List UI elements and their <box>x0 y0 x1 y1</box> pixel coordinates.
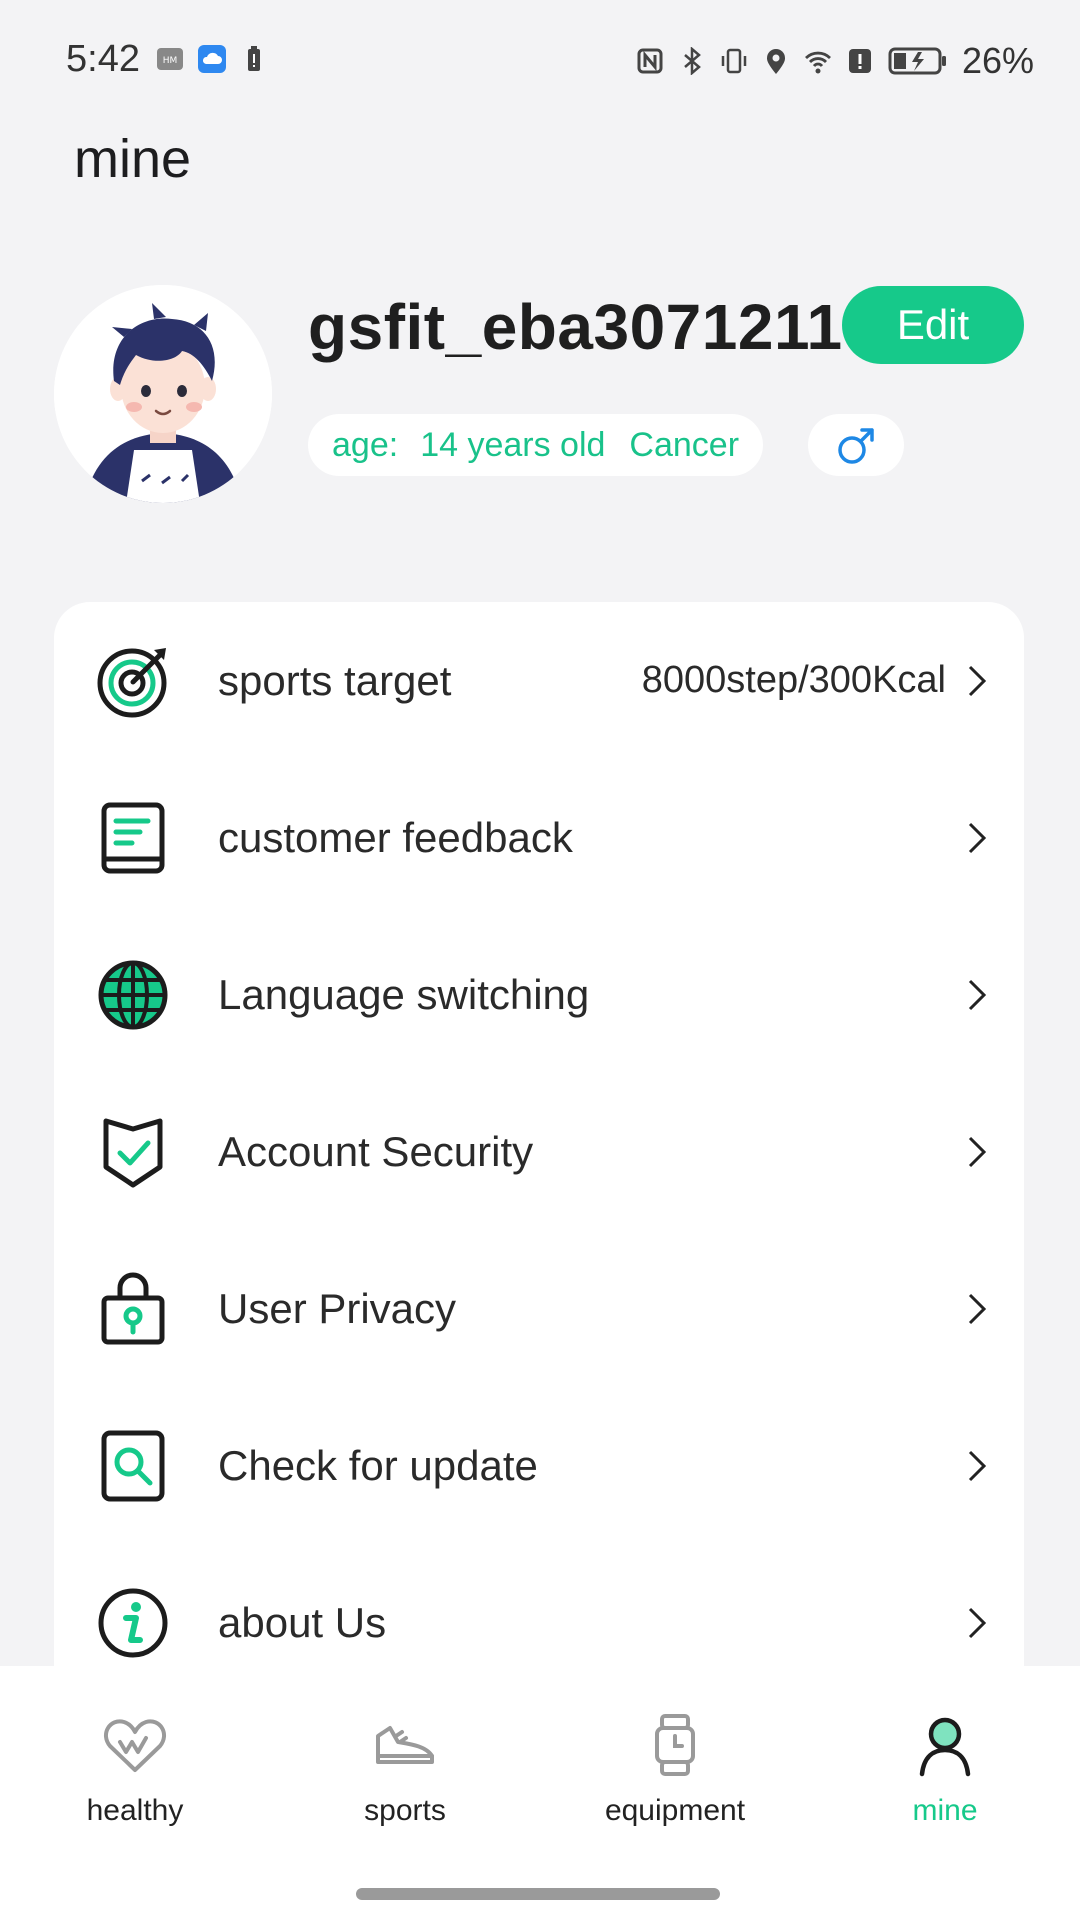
menu-item-label: Account Security <box>218 1127 534 1175</box>
menu-item-label: customer feedback <box>218 813 573 861</box>
lock-icon <box>101 1272 165 1344</box>
nav-label: equipment <box>604 1794 746 1827</box>
shield-icon <box>103 1118 163 1187</box>
heart-icon <box>104 1719 166 1772</box>
nav-item-mine[interactable]: mine <box>810 1666 1080 1866</box>
wifi-icon <box>804 51 831 74</box>
nav-label: healthy <box>86 1794 184 1827</box>
nfc-icon <box>637 48 663 74</box>
vibrate-icon <box>721 48 747 74</box>
chevron-right-icon <box>968 822 987 853</box>
status-icons-left: HM <box>156 45 268 73</box>
edit-button[interactable]: Edit <box>842 286 1024 364</box>
age-label: age: <box>332 425 399 464</box>
status-time: 5:42 <box>66 38 140 80</box>
menu-item-label: sports target <box>218 656 452 704</box>
status-icons-right: 26% <box>636 40 1034 82</box>
username: gsfit_eba3071211 <box>308 291 843 363</box>
age-value: 14 years old <box>420 425 606 464</box>
mine-page: 5:42 HM 26% mine gsfit_eba3071211 Edit a… <box>0 0 1080 1920</box>
zodiac-sign: Cancer <box>629 425 740 464</box>
nav-item-equipment[interactable]: equipment <box>540 1666 810 1866</box>
menu-item-account-security[interactable]: Account Security <box>54 1073 1024 1230</box>
menu-item-check-for-update[interactable]: Check for update <box>54 1387 1024 1544</box>
globe-icon <box>98 960 168 1029</box>
feedback-icon <box>101 802 165 873</box>
menu-item-customer-feedback[interactable]: customer feedback <box>54 759 1024 916</box>
info-icon <box>98 1588 168 1657</box>
menu-item-user-privacy[interactable]: User Privacy <box>54 1230 1024 1387</box>
status-bar: 5:42 HM 26% <box>0 0 1080 120</box>
nav-item-healthy[interactable]: healthy <box>0 1666 270 1866</box>
page-title: mine <box>74 129 192 189</box>
avatar-illustration <box>54 285 272 503</box>
age-info: age: 14 years old <box>332 426 605 465</box>
harmony-os-icon: HM <box>157 48 183 70</box>
nav-label: sports <box>364 1794 446 1827</box>
location-icon <box>766 49 785 74</box>
watch-icon <box>655 1714 695 1776</box>
menu-item-label: User Privacy <box>218 1284 457 1332</box>
settings-menu-card: sports target 8000step/300Kcal customer … <box>54 602 1024 1722</box>
target-icon <box>97 647 167 717</box>
menu-item-language-switching[interactable]: Language switching <box>54 916 1024 1073</box>
chevron-right-icon <box>968 1293 987 1324</box>
svg-text:HM: HM <box>163 56 178 66</box>
menu-item-label: Check for update <box>218 1441 538 1489</box>
person-icon <box>919 1717 971 1777</box>
chevron-right-icon <box>968 979 987 1010</box>
chevron-right-icon <box>968 1607 987 1638</box>
sports-target-value: 8000step/300Kcal <box>641 659 946 701</box>
menu-item-label: about Us <box>218 1598 387 1646</box>
bottom-navigation: healthy sports equipment mine <box>0 1666 1080 1920</box>
battery-charging-icon <box>888 47 946 75</box>
home-indicator[interactable] <box>356 1888 720 1900</box>
sneaker-icon <box>376 1726 434 1764</box>
battery-alert-icon <box>248 46 260 71</box>
battery-percentage: 26% <box>961 40 1034 81</box>
menu-item-sports-target[interactable]: sports target 8000step/300Kcal <box>54 602 1024 759</box>
avatar[interactable] <box>54 285 272 503</box>
search-icon <box>101 1430 165 1501</box>
chevron-right-icon <box>968 1136 987 1167</box>
menu-item-label: Language switching <box>218 970 590 1018</box>
nav-label: mine <box>912 1794 978 1827</box>
cloud-icon <box>198 45 226 73</box>
male-symbol-icon <box>838 428 874 464</box>
chevron-right-icon <box>968 665 987 696</box>
nav-item-sports[interactable]: sports <box>270 1666 540 1866</box>
chevron-right-icon <box>968 1450 987 1481</box>
user-info-pill: age: 14 years old Cancer <box>308 414 764 476</box>
alert-icon <box>848 49 871 73</box>
gender-badge <box>808 414 904 476</box>
bluetooth-icon <box>684 47 701 75</box>
